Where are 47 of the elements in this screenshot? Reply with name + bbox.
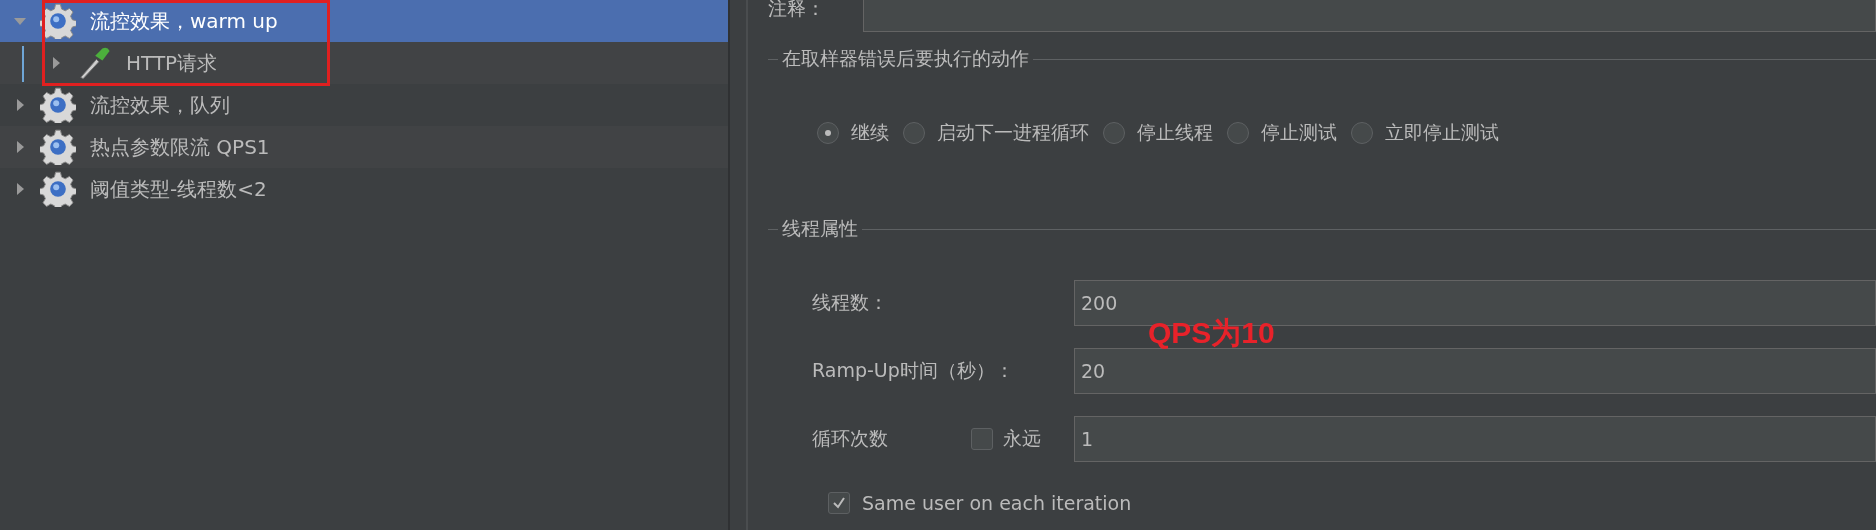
expand-arrow-icon[interactable] bbox=[14, 183, 26, 195]
field-label: 线程数： bbox=[812, 290, 888, 315]
radio-label: 启动下一进程循环 bbox=[937, 120, 1089, 145]
checkbox-label: Same user on each iteration bbox=[862, 492, 1132, 514]
radio-button[interactable] bbox=[1103, 122, 1125, 144]
field-label: Ramp-Up时间（秒）： bbox=[812, 358, 1014, 383]
field-label: 循环次数 bbox=[812, 426, 888, 451]
tree-item-label: 阈值类型-线程数<2 bbox=[90, 175, 267, 203]
tree-item-label: 流控效果，队列 bbox=[90, 91, 230, 119]
gear-icon bbox=[40, 171, 76, 207]
radio-button[interactable] bbox=[817, 122, 839, 144]
radio-button[interactable] bbox=[1351, 122, 1373, 144]
section-title: 线程属性 bbox=[781, 216, 859, 241]
tree-item[interactable]: 流控效果，队列 bbox=[0, 84, 728, 126]
radio-option[interactable]: 停止线程 bbox=[1103, 120, 1213, 146]
checkbox[interactable] bbox=[828, 492, 850, 514]
input-field[interactable]: 1 bbox=[1074, 416, 1876, 462]
check-icon bbox=[832, 496, 846, 510]
radio-option[interactable]: 继续 bbox=[817, 120, 889, 146]
radio-label: 停止测试 bbox=[1261, 120, 1337, 145]
expand-arrow-icon[interactable] bbox=[14, 99, 26, 111]
expand-arrow-icon[interactable] bbox=[14, 141, 26, 153]
tree-item[interactable]: HTTP请求 bbox=[0, 42, 728, 84]
gear-icon bbox=[40, 3, 76, 39]
section-title: 在取样器错误后要执行的动作 bbox=[781, 46, 1030, 71]
tree-item[interactable]: 阈值类型-线程数<2 bbox=[0, 168, 728, 210]
tree-item-label: 热点参数限流 QPS1 bbox=[90, 133, 270, 161]
radio-button[interactable] bbox=[903, 122, 925, 144]
collapse-arrow-icon[interactable] bbox=[14, 15, 26, 27]
checkbox[interactable] bbox=[971, 428, 993, 450]
radio-button[interactable] bbox=[1227, 122, 1249, 144]
gear-icon bbox=[40, 87, 76, 123]
tree-item-label: 流控效果，warm up bbox=[90, 7, 278, 35]
gear-icon bbox=[40, 129, 76, 165]
radio-label: 继续 bbox=[851, 120, 889, 145]
radio-label: 立即停止测试 bbox=[1385, 120, 1499, 145]
radio-option[interactable]: 立即停止测试 bbox=[1351, 120, 1499, 146]
checkbox-label: 永远 bbox=[1003, 426, 1041, 451]
tree-item[interactable]: 热点参数限流 QPS1 bbox=[0, 126, 728, 168]
radio-label: 停止线程 bbox=[1137, 120, 1213, 145]
radio-option[interactable]: 启动下一进程循环 bbox=[903, 120, 1089, 146]
tree-item-label: HTTP请求 bbox=[126, 49, 218, 77]
comment-field[interactable] bbox=[863, 0, 1876, 32]
expand-arrow-icon[interactable] bbox=[50, 57, 62, 69]
tree-item[interactable]: 流控效果，warm up bbox=[0, 0, 728, 42]
input-field[interactable]: 20 bbox=[1074, 348, 1876, 394]
radio-option[interactable]: 停止测试 bbox=[1227, 120, 1337, 146]
